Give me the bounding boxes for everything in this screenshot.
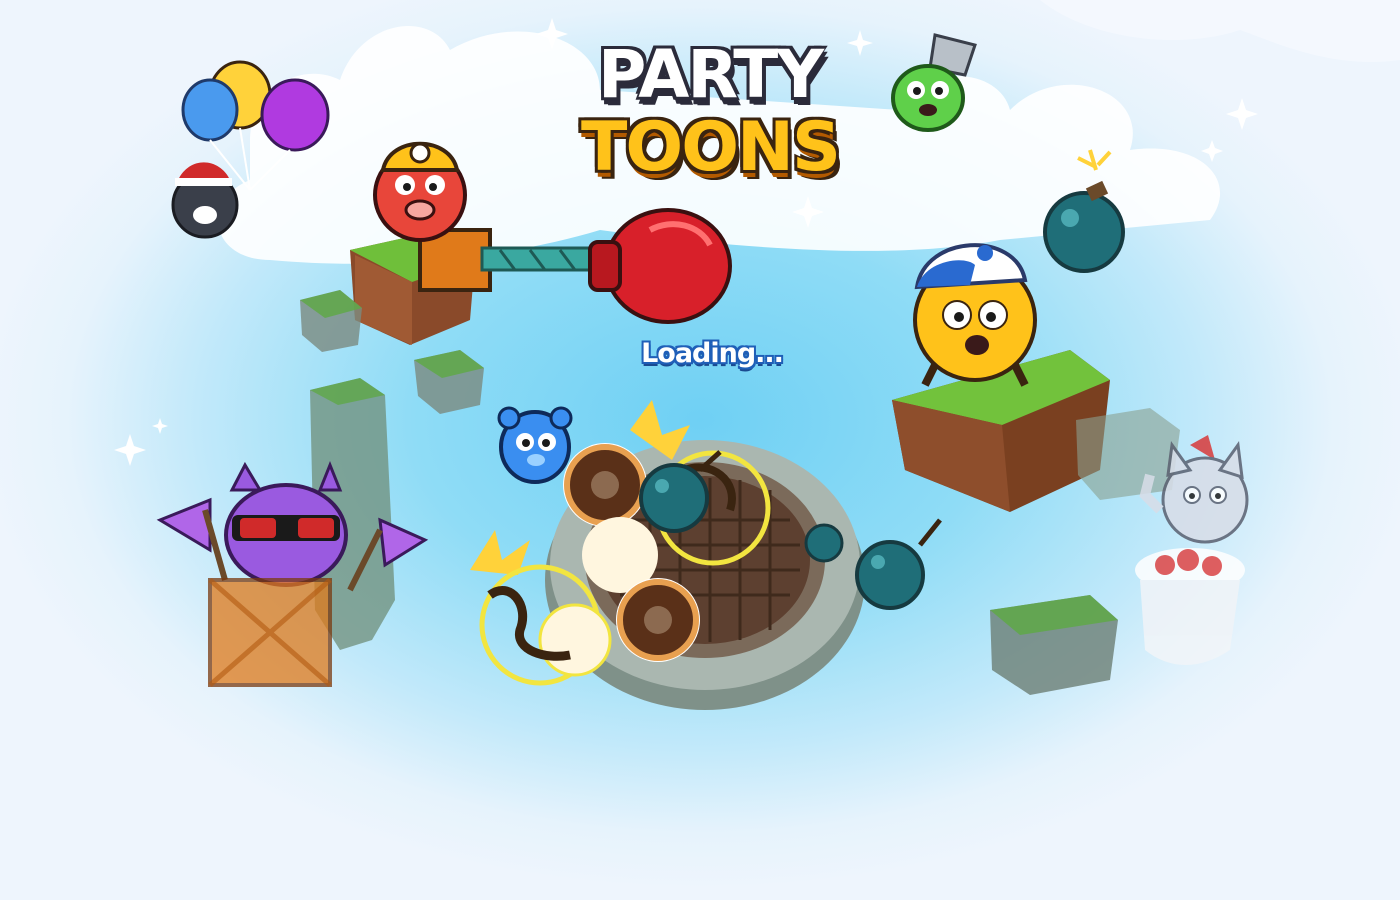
miner-pig — [373, 141, 467, 242]
loading-screen: PARTY TOONS Loading... — [0, 0, 1400, 900]
punk-cat — [1139, 435, 1249, 544]
cap-cat — [913, 243, 1037, 387]
blue-bear — [497, 406, 573, 484]
bomb-icon — [804, 523, 844, 563]
bomb-icon — [639, 450, 722, 533]
bomb-icon — [1043, 149, 1125, 273]
purple-cat — [156, 460, 429, 687]
bomb-icon — [855, 518, 942, 610]
loading-status: Loading... — [641, 338, 784, 369]
bucket-frog — [891, 33, 977, 132]
balloon-cat — [171, 60, 330, 239]
